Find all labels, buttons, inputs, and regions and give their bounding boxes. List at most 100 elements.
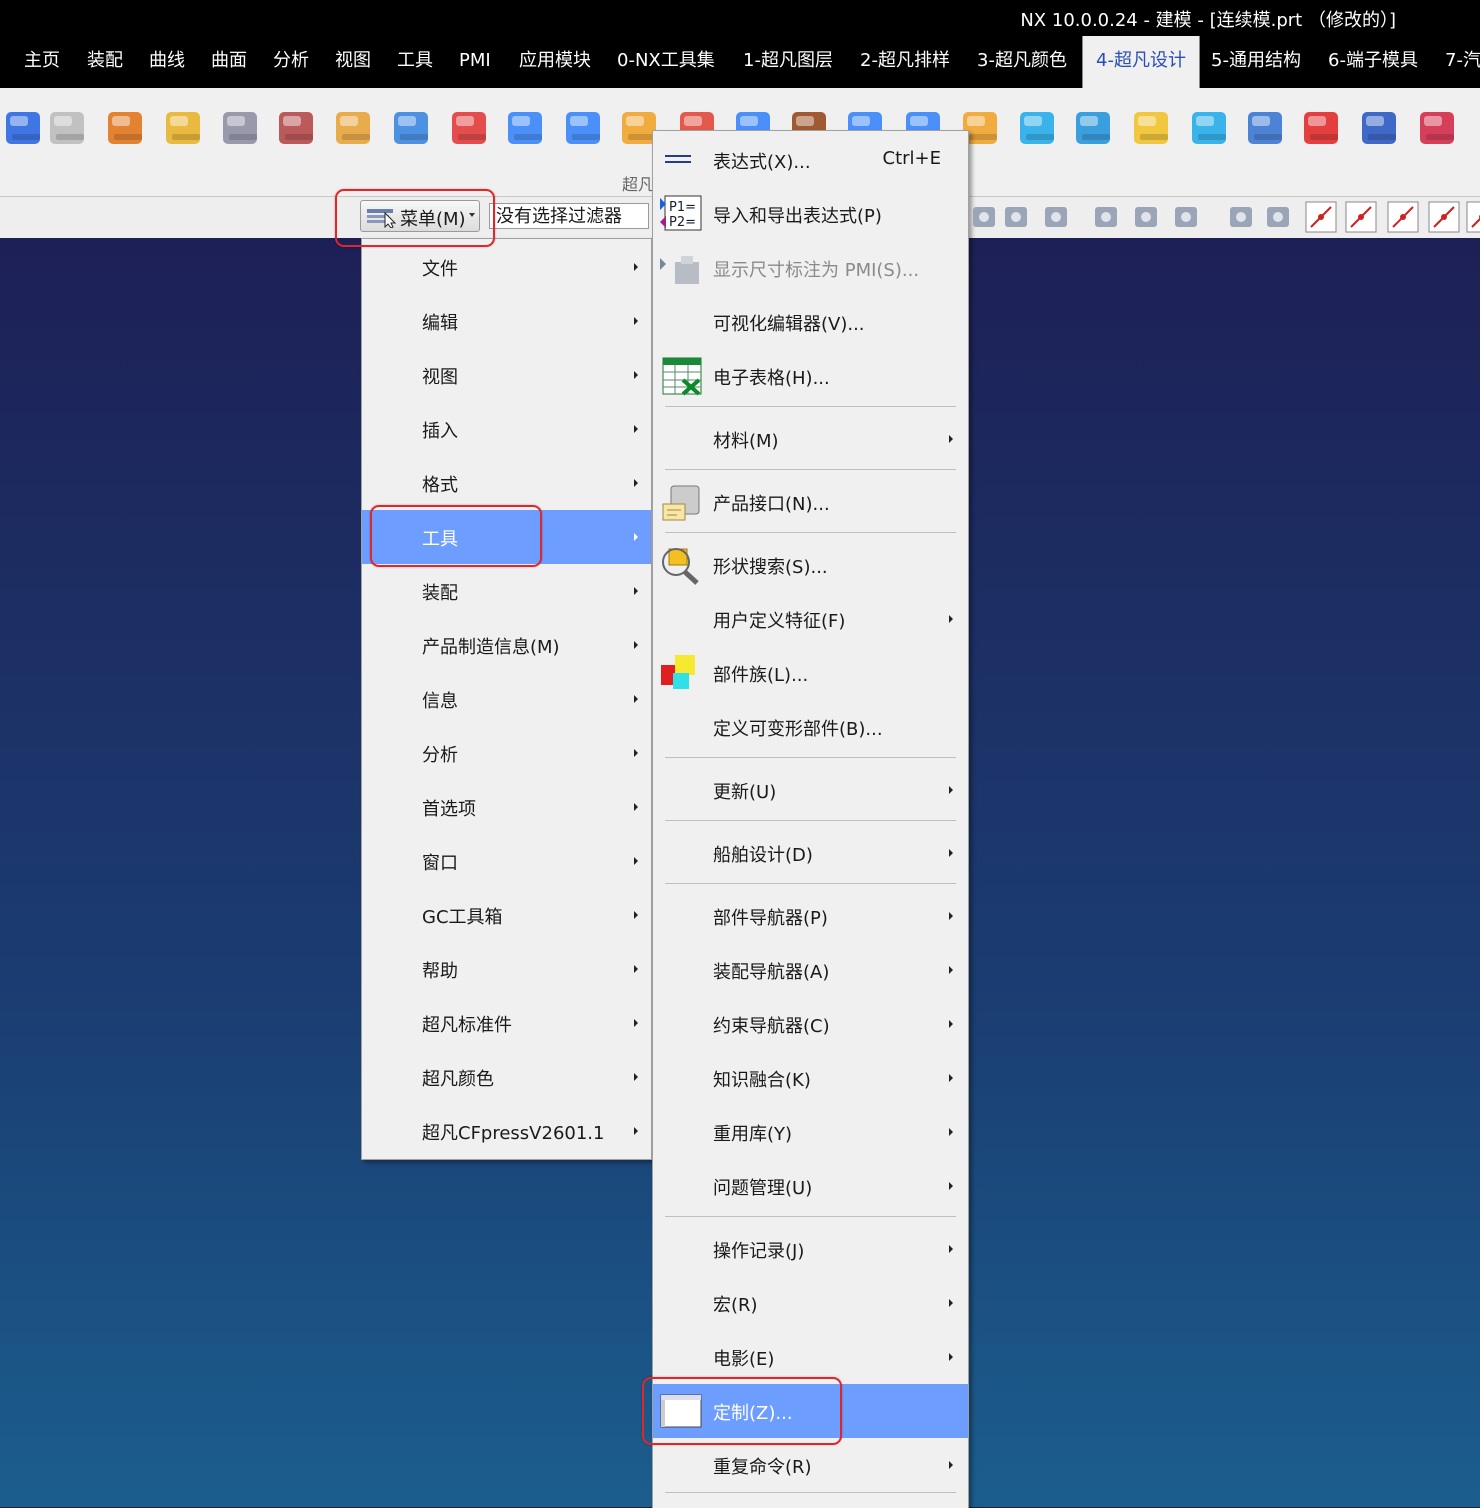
tab-12[interactable]: 3-超凡颜色 — [977, 36, 1067, 88]
tools-menu-item-label: 导入和导出表达式(P) — [713, 206, 882, 227]
square-icon[interactable] — [560, 104, 608, 152]
tab-16[interactable]: 7-汽 — [1445, 36, 1480, 88]
number-01-icon[interactable] — [217, 104, 265, 152]
tools-menu-item-label: 部件导航器(P) — [713, 908, 828, 929]
tools-menu-item-10[interactable]: 定义可变形部件(B)... — [653, 700, 968, 754]
chevron-right-icon — [634, 695, 638, 703]
tools-menu-item-20[interactable]: 宏(R) — [653, 1276, 968, 1330]
selection-tool-icon-7[interactable] — [1262, 201, 1294, 233]
main-menu-item-12[interactable]: GC工具箱 — [362, 888, 651, 942]
main-menu-item-6[interactable]: 装配 — [362, 564, 651, 618]
tab-11[interactable]: 2-超凡排样 — [860, 36, 950, 88]
main-menu-item-11[interactable]: 窗口 — [362, 834, 651, 888]
slot-icon[interactable] — [1070, 104, 1118, 152]
main-menu-item-2[interactable]: 视图 — [362, 348, 651, 402]
selection-tool-icon-11[interactable] — [1428, 201, 1460, 233]
tools-menu-item-7[interactable]: 形状搜索(S)... — [653, 538, 968, 592]
menu-separator — [665, 1216, 956, 1217]
tab-0[interactable]: 主页 — [24, 36, 60, 88]
selection-filter-dropdown[interactable]: 没有选择过滤器 — [489, 203, 649, 229]
dots-link-icon[interactable] — [1186, 104, 1234, 152]
tools-menu-item-9[interactable]: 部件族(L)... — [653, 646, 968, 700]
tools-menu-item-label: 材料(M) — [713, 431, 779, 452]
tab-1[interactable]: 装配 — [87, 36, 123, 88]
selection-tool-icon-4[interactable] — [1130, 201, 1162, 233]
tools-menu-item-13[interactable]: 部件导航器(P) — [653, 889, 968, 943]
tools-menu-item-16[interactable]: 知识融合(K) — [653, 1051, 968, 1105]
main-menu-item-3[interactable]: 插入 — [362, 402, 651, 456]
chevron-right-icon — [634, 1127, 638, 1135]
stack-squares-icon[interactable] — [502, 104, 550, 152]
main-menu-item-label: 分析 — [422, 745, 458, 766]
check-layers-icon[interactable] — [160, 104, 208, 152]
cube-outline-icon[interactable] — [44, 104, 92, 152]
import-export-expression-icon: P1=P2= — [660, 195, 702, 231]
tab-15[interactable]: 6-端子模具 — [1328, 36, 1418, 88]
tab-8[interactable]: 应用模块 — [519, 36, 591, 88]
selection-tool-icon-8[interactable] — [1305, 201, 1337, 233]
tools-menu-item-4[interactable]: 电子表格(H)... — [653, 349, 968, 403]
tools-menu-item-15[interactable]: 约束导航器(C) — [653, 997, 968, 1051]
main-menu-item-1[interactable]: 编辑 — [362, 294, 651, 348]
tools-menu-item-1[interactable]: P1= P2= 导入和导出表达式(P) — [653, 187, 968, 241]
tools-menu-item-17[interactable]: 重用库(Y) — [653, 1105, 968, 1159]
tab-6[interactable]: 工具 — [397, 36, 433, 88]
tools-menu-item-0[interactable]: 表达式(X)... Ctrl+E — [653, 133, 968, 187]
tools-menu-item-12[interactable]: 船舶设计(D) — [653, 826, 968, 880]
sync-icon[interactable] — [1242, 104, 1290, 152]
selection-tool-icon-9[interactable] — [1345, 201, 1377, 233]
tools-menu-item-2[interactable]: 显示尺寸标注为 PMI(S)... — [653, 241, 968, 295]
brush-text-icon[interactable] — [1356, 104, 1404, 152]
tools-menu-item-3[interactable]: 可视化编辑器(V)... — [653, 295, 968, 349]
tools-menu-item-14[interactable]: 装配导航器(A) — [653, 943, 968, 997]
tab-10[interactable]: 1-超凡图层 — [743, 36, 833, 88]
selection-tool-icon-5[interactable] — [1170, 201, 1202, 233]
main-menu-item-label: 编辑 — [422, 313, 458, 334]
tab-4[interactable]: 分析 — [273, 36, 309, 88]
main-menu-item-7[interactable]: 产品制造信息(M) — [362, 618, 651, 672]
tools-menu-item-23[interactable]: 重复命令(R) — [653, 1438, 968, 1492]
tab-3[interactable]: 曲面 — [211, 36, 247, 88]
tab-9[interactable]: 0-NX工具集 — [617, 36, 715, 88]
main-menu-item-13[interactable]: 帮助 — [362, 942, 651, 996]
selection-tool-icon-3[interactable] — [1090, 201, 1122, 233]
tools-menu-item-8[interactable]: 用户定义特征(F) — [653, 592, 968, 646]
main-menu-item-0[interactable]: 文件 — [362, 240, 651, 294]
tools-menu-item-19[interactable]: 操作记录(J) — [653, 1222, 968, 1276]
tidy-text-icon[interactable] — [1414, 104, 1462, 152]
box-delete-icon[interactable] — [330, 104, 378, 152]
remove-icon[interactable] — [1298, 104, 1346, 152]
tab-5[interactable]: 视图 — [335, 36, 371, 88]
selection-tool-icon-6[interactable] — [1225, 201, 1257, 233]
grid-icon[interactable] — [0, 104, 48, 152]
main-menu-item-14[interactable]: 超凡标准件 — [362, 996, 651, 1050]
tab-7[interactable]: PMI — [459, 36, 491, 88]
tools-menu-item-6[interactable]: 产品接口(N)... — [653, 475, 968, 529]
tab-13[interactable]: 4-超凡设计 — [1082, 36, 1200, 88]
main-menu-item-9[interactable]: 分析 — [362, 726, 651, 780]
main-menu-item-4[interactable]: 格式 — [362, 456, 651, 510]
chevron-right-icon — [949, 786, 953, 794]
tools-menu-item-5[interactable]: 材料(M) — [653, 412, 968, 466]
axes-icon[interactable] — [1128, 104, 1176, 152]
dotted-box-icon[interactable] — [446, 104, 494, 152]
selection-tool-icon-0[interactable] — [968, 201, 1000, 233]
selection-tool-icon-10[interactable] — [1387, 201, 1419, 233]
tools-menu-item-11[interactable]: 更新(U) — [653, 763, 968, 817]
selection-tool-icon-2[interactable] — [1040, 201, 1072, 233]
tab-14[interactable]: 5-通用结构 — [1211, 36, 1301, 88]
main-menu-item-10[interactable]: 首选项 — [362, 780, 651, 834]
tools-menu-item-18[interactable]: 问题管理(U) — [653, 1159, 968, 1213]
main-menu-item-label: 帮助 — [422, 961, 458, 982]
roll-icon[interactable] — [1014, 104, 1062, 152]
cylinder-box-icon[interactable] — [388, 104, 436, 152]
tools-menu-item-21[interactable]: 电影(E) — [653, 1330, 968, 1384]
main-menu-item-16[interactable]: 超凡CFpressV2601.1 — [362, 1104, 651, 1158]
main-menu-item-15[interactable]: 超凡颜色 — [362, 1050, 651, 1104]
tab-2[interactable]: 曲线 — [149, 36, 185, 88]
main-menu-item-8[interactable]: 信息 — [362, 672, 651, 726]
selection-tool-icon-1[interactable] — [1000, 201, 1032, 233]
bend-icon[interactable] — [102, 104, 150, 152]
text-aa-icon[interactable] — [273, 104, 321, 152]
selection-tool-icon-12[interactable] — [1466, 201, 1480, 233]
